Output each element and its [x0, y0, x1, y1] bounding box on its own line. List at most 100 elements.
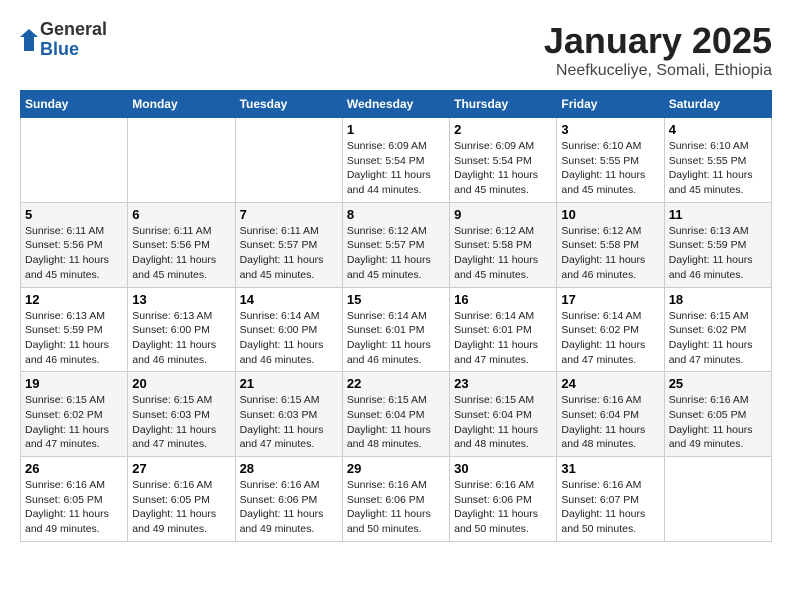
day-number: 20: [132, 376, 230, 391]
day-cell: 11 Sunrise: 6:13 AMSunset: 5:59 PMDayligh…: [664, 202, 771, 287]
week-row-4: 19 Sunrise: 6:15 AMSunset: 6:02 PMDayligh…: [21, 372, 772, 457]
calendar-header-row: SundayMondayTuesdayWednesdayThursdayFrid…: [21, 91, 772, 118]
day-cell: 6Sunrise: 6:11 AMSunset: 5:56 PMDaylight…: [128, 202, 235, 287]
day-number: 18: [669, 292, 767, 307]
day-number: 27: [132, 461, 230, 476]
day-cell: [664, 457, 771, 542]
day-info: Sunrise: 6:13 AMSunset: 5:59 PMDaylight:…: [25, 309, 123, 368]
day-info: Sunrise: 6:14 AMSunset: 6:01 PMDaylight:…: [347, 309, 445, 368]
header-cell-thursday: Thursday: [450, 91, 557, 118]
day-number: 2: [454, 122, 552, 137]
day-cell: 21 Sunrise: 6:15 AMSunset: 6:03 PMDayligh…: [235, 372, 342, 457]
day-number: 31: [561, 461, 659, 476]
header-cell-tuesday: Tuesday: [235, 91, 342, 118]
day-cell: [235, 118, 342, 203]
day-info: Sunrise: 6:09 AMSunset: 5:54 PMDaylight:…: [454, 139, 552, 198]
day-cell: [128, 118, 235, 203]
day-cell: 26 Sunrise: 6:16 AMSunset: 6:05 PMDayligh…: [21, 457, 128, 542]
day-cell: 30Sunrise: 6:16 AMSunset: 6:06 PMDayligh…: [450, 457, 557, 542]
day-number: 21: [240, 376, 338, 391]
day-cell: 14Sunrise: 6:14 AMSunset: 6:00 PMDayligh…: [235, 287, 342, 372]
header-cell-sunday: Sunday: [21, 91, 128, 118]
day-cell: 29 Sunrise: 6:16 AMSunset: 6:06 PMDayligh…: [342, 457, 449, 542]
day-info: Sunrise: 6:16 AMSunset: 6:05 PMDaylight:…: [669, 393, 767, 452]
day-info: Sunrise: 6:11 AMSunset: 5:56 PMDaylight:…: [25, 224, 123, 283]
week-row-1: 1 Sunrise: 6:09 AMSunset: 5:54 PMDaylight…: [21, 118, 772, 203]
day-number: 19: [25, 376, 123, 391]
day-cell: 19 Sunrise: 6:15 AMSunset: 6:02 PMDayligh…: [21, 372, 128, 457]
day-info: Sunrise: 6:10 AMSunset: 5:55 PMDaylight:…: [561, 139, 659, 198]
month-title: January 2025: [544, 20, 772, 62]
day-info: Sunrise: 6:11 AMSunset: 5:56 PMDaylight:…: [132, 224, 230, 283]
logo-icon: [20, 29, 38, 51]
day-number: 4: [669, 122, 767, 137]
day-info: Sunrise: 6:16 AMSunset: 6:05 PMDaylight:…: [132, 478, 230, 537]
day-cell: 20 Sunrise: 6:15 AMSunset: 6:03 PMDayligh…: [128, 372, 235, 457]
day-number: 12: [25, 292, 123, 307]
logo-blue-text: Blue: [40, 39, 79, 59]
day-cell: 12 Sunrise: 6:13 AMSunset: 5:59 PMDayligh…: [21, 287, 128, 372]
day-number: 29: [347, 461, 445, 476]
week-row-5: 26 Sunrise: 6:16 AMSunset: 6:05 PMDayligh…: [21, 457, 772, 542]
day-number: 7: [240, 207, 338, 222]
day-number: 26: [25, 461, 123, 476]
day-info: Sunrise: 6:14 AMSunset: 6:01 PMDaylight:…: [454, 309, 552, 368]
day-cell: [21, 118, 128, 203]
title-area: January 2025 Neefkuceliye, Somali, Ethio…: [544, 20, 772, 80]
day-cell: 5 Sunrise: 6:11 AMSunset: 5:56 PMDaylight…: [21, 202, 128, 287]
day-cell: 24Sunrise: 6:16 AMSunset: 6:04 PMDayligh…: [557, 372, 664, 457]
day-info: Sunrise: 6:16 AMSunset: 6:05 PMDaylight:…: [25, 478, 123, 537]
day-cell: 18 Sunrise: 6:15 AMSunset: 6:02 PMDayligh…: [664, 287, 771, 372]
week-row-2: 5 Sunrise: 6:11 AMSunset: 5:56 PMDaylight…: [21, 202, 772, 287]
logo-general-text: General: [40, 19, 107, 39]
day-info: Sunrise: 6:11 AMSunset: 5:57 PMDaylight:…: [240, 224, 338, 283]
day-cell: 8Sunrise: 6:12 AMSunset: 5:57 PMDaylight…: [342, 202, 449, 287]
day-info: Sunrise: 6:16 AMSunset: 6:06 PMDaylight:…: [454, 478, 552, 537]
day-cell: 17Sunrise: 6:14 AMSunset: 6:02 PMDayligh…: [557, 287, 664, 372]
day-info: Sunrise: 6:13 AMSunset: 5:59 PMDaylight:…: [669, 224, 767, 283]
day-cell: 28Sunrise: 6:16 AMSunset: 6:06 PMDayligh…: [235, 457, 342, 542]
day-cell: 1Sunrise: 6:09 AMSunset: 5:54 PMDaylight…: [342, 118, 449, 203]
day-cell: 3 Sunrise: 6:10 AMSunset: 5:55 PMDaylight…: [557, 118, 664, 203]
day-number: 3: [561, 122, 659, 137]
day-cell: 10 Sunrise: 6:12 AMSunset: 5:58 PMDayligh…: [557, 202, 664, 287]
day-info: Sunrise: 6:14 AMSunset: 6:00 PMDaylight:…: [240, 309, 338, 368]
day-number: 23: [454, 376, 552, 391]
day-info: Sunrise: 6:15 AMSunset: 6:02 PMDaylight:…: [25, 393, 123, 452]
header-cell-wednesday: Wednesday: [342, 91, 449, 118]
calendar: SundayMondayTuesdayWednesdayThursdayFrid…: [20, 90, 772, 542]
day-number: 9: [454, 207, 552, 222]
day-number: 1: [347, 122, 445, 137]
day-info: Sunrise: 6:15 AMSunset: 6:03 PMDaylight:…: [240, 393, 338, 452]
header-cell-saturday: Saturday: [664, 91, 771, 118]
logo: General Blue: [20, 20, 107, 60]
day-number: 25: [669, 376, 767, 391]
day-number: 15: [347, 292, 445, 307]
header-cell-monday: Monday: [128, 91, 235, 118]
day-number: 16: [454, 292, 552, 307]
day-cell: 7 Sunrise: 6:11 AMSunset: 5:57 PMDaylight…: [235, 202, 342, 287]
day-info: Sunrise: 6:16 AMSunset: 6:04 PMDaylight:…: [561, 393, 659, 452]
day-number: 11: [669, 207, 767, 222]
day-number: 28: [240, 461, 338, 476]
day-info: Sunrise: 6:12 AMSunset: 5:58 PMDaylight:…: [561, 224, 659, 283]
day-cell: 23 Sunrise: 6:15 AMSunset: 6:04 PMDayligh…: [450, 372, 557, 457]
day-number: 5: [25, 207, 123, 222]
day-info: Sunrise: 6:15 AMSunset: 6:03 PMDaylight:…: [132, 393, 230, 452]
day-info: Sunrise: 6:10 AMSunset: 5:55 PMDaylight:…: [669, 139, 767, 198]
day-info: Sunrise: 6:13 AMSunset: 6:00 PMDaylight:…: [132, 309, 230, 368]
day-cell: 4 Sunrise: 6:10 AMSunset: 5:55 PMDaylight…: [664, 118, 771, 203]
day-number: 22: [347, 376, 445, 391]
day-info: Sunrise: 6:15 AMSunset: 6:02 PMDaylight:…: [669, 309, 767, 368]
day-cell: 25 Sunrise: 6:16 AMSunset: 6:05 PMDayligh…: [664, 372, 771, 457]
day-cell: 31 Sunrise: 6:16 AMSunset: 6:07 PMDayligh…: [557, 457, 664, 542]
day-number: 13: [132, 292, 230, 307]
week-row-3: 12 Sunrise: 6:13 AMSunset: 5:59 PMDayligh…: [21, 287, 772, 372]
day-info: Sunrise: 6:15 AMSunset: 6:04 PMDaylight:…: [347, 393, 445, 452]
day-cell: 22 Sunrise: 6:15 AMSunset: 6:04 PMDayligh…: [342, 372, 449, 457]
day-info: Sunrise: 6:16 AMSunset: 6:07 PMDaylight:…: [561, 478, 659, 537]
day-info: Sunrise: 6:15 AMSunset: 6:04 PMDaylight:…: [454, 393, 552, 452]
day-info: Sunrise: 6:16 AMSunset: 6:06 PMDaylight:…: [347, 478, 445, 537]
day-cell: 9Sunrise: 6:12 AMSunset: 5:58 PMDaylight…: [450, 202, 557, 287]
day-number: 10: [561, 207, 659, 222]
